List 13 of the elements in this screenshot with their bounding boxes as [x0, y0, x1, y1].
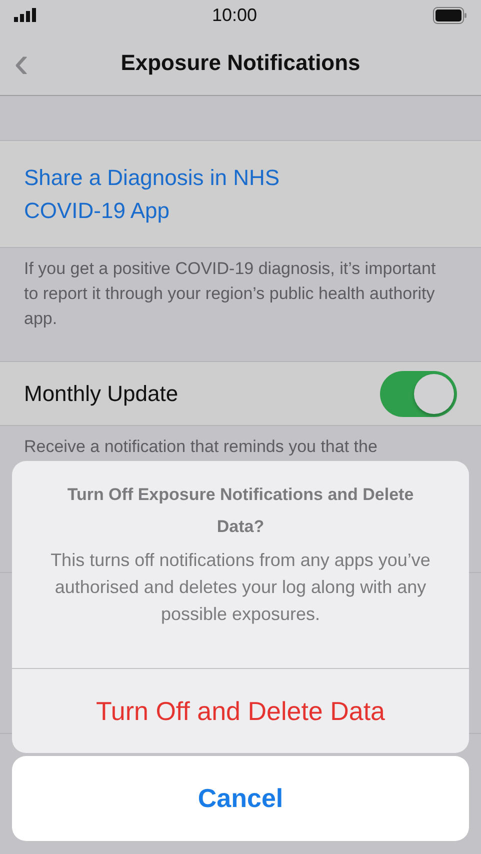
signal-icon	[14, 8, 36, 22]
sheet-message: This turns off notifications from any apps you’ve authorised and deletes your log along with any possible exposures.	[50, 549, 432, 626]
battery-icon	[432, 6, 467, 24]
toggle-switch[interactable]	[380, 370, 457, 416]
footer-text: Receive a notification that reminds you that the	[23, 436, 378, 458]
cancel-button[interactable]: Cancel	[12, 756, 469, 841]
setting-label: Monthly Update	[24, 380, 178, 408]
page-title: Exposure Notifications	[120, 49, 360, 77]
delete-data-button[interactable]: Turn Off and Delete Data	[12, 668, 469, 753]
time-text: 10:00	[212, 4, 258, 26]
back-button[interactable]: ‹	[10, 40, 33, 84]
sheet-title: Turn Off Exposure Notifications and Delete Data?	[66, 484, 415, 538]
footer-text: If you get a positive COVID-19 diagnosis, it’s important to report it through your region’s public health authority app.	[23, 258, 437, 330]
